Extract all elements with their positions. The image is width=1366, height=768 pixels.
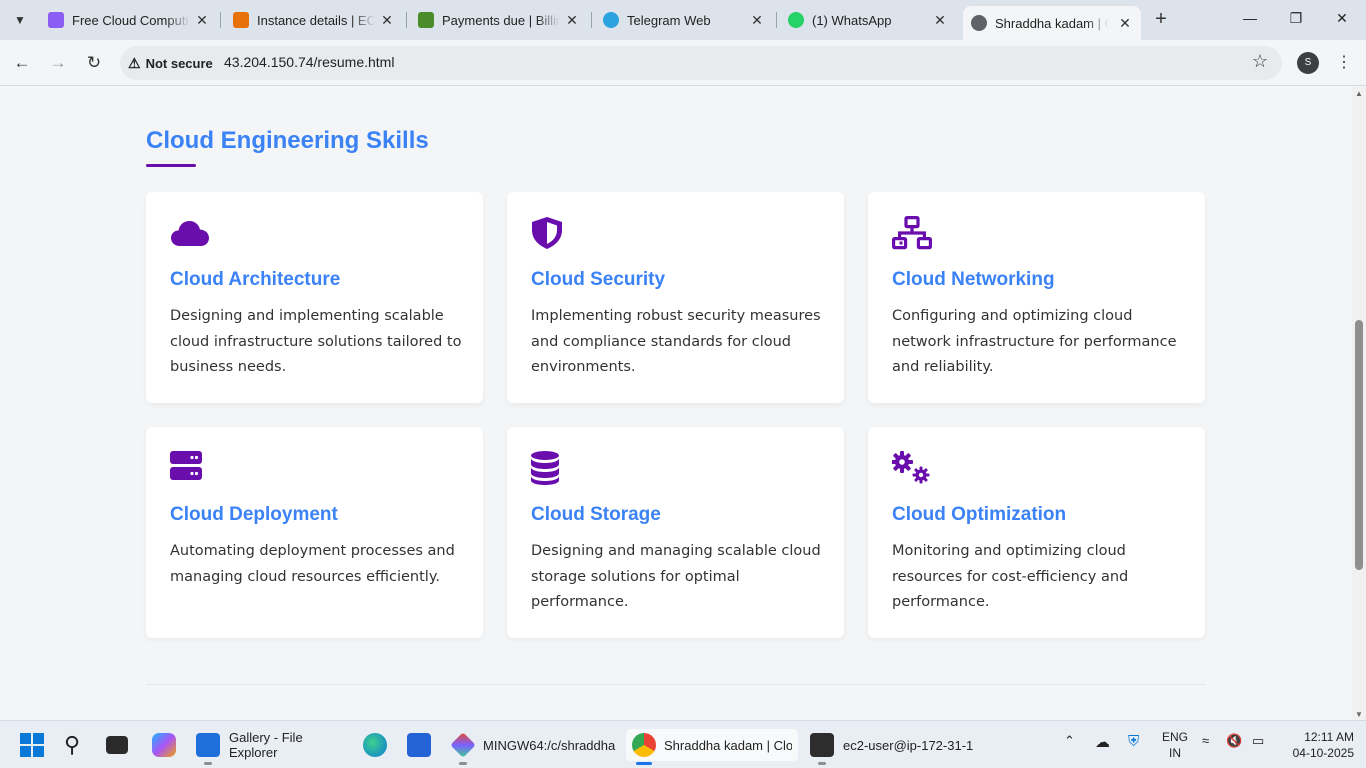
telegram-icon [603,12,619,28]
network-icon [892,216,932,250]
card-title: Cloud Architecture [170,269,341,290]
server-icon [170,451,202,480]
speaker-muted-icon[interactable]: 🔇 [1226,733,1242,749]
shield-icon [532,217,562,249]
close-icon[interactable]: ✕ [932,12,948,28]
chrome-icon [632,733,656,757]
skill-card-storage: Cloud Storage Designing and managing sca… [507,427,844,638]
edge-icon [363,733,387,757]
search-icon[interactable]: ⚲ [64,729,80,761]
card-title: Cloud Optimization [892,504,1067,525]
task-view-button[interactable] [106,729,128,761]
tab-payments-due[interactable]: Payments due | Billing ✕ [418,6,580,34]
cube-icon [48,12,64,28]
language-indicator[interactable]: ENG IN [1160,729,1190,761]
cloud-icon [171,221,209,246]
profile-avatar[interactable]: S [1297,52,1319,74]
copilot-icon [152,733,176,757]
tab-shraddha-kadam[interactable]: Shraddha kadam | Clo ✕ [963,6,1141,40]
close-icon[interactable]: ✕ [379,12,395,28]
tab-strip: ▼ Free Cloud Computin ✕ Instance details… [0,0,1366,40]
cogs-icon [892,451,930,484]
bookmark-star-icon[interactable]: ☆ [1252,51,1268,72]
globe-icon [971,15,987,31]
skill-card-security: Cloud Security Implementing robust secur… [507,192,844,403]
scrollbar-thumb[interactable] [1355,320,1363,570]
billing-icon [418,12,434,28]
edge-button[interactable] [363,729,387,761]
skill-card-deployment: Cloud Deployment Automating deployment p… [146,427,483,638]
taskbar-git-bash[interactable]: MINGW64:/c/shraddha [450,729,615,765]
scroll-up-arrow-icon[interactable]: ▲ [1354,89,1364,98]
windows-logo-icon [20,733,44,757]
close-icon[interactable]: ✕ [1117,15,1133,31]
url-text[interactable]: 43.204.150.74/resume.html [224,54,394,70]
store-button[interactable] [407,729,431,761]
address-bar[interactable]: ⚠ Not secure 43.204.150.74/resume.html ☆ [120,46,1282,80]
card-title: Cloud Networking [892,269,1055,290]
browser-toolbar: ← → ↻ ⚠ Not secure 43.204.150.74/resume.… [0,40,1366,86]
close-icon[interactable]: ✕ [194,12,210,28]
system-clock[interactable]: 12:11 AM 04-10-2025 [1282,729,1354,761]
page-viewport: Cloud Engineering Skills Cloud Architect… [0,87,1352,720]
card-title: Cloud Security [531,269,666,290]
forward-arrow-icon[interactable]: → [47,52,69,74]
skill-card-architecture: Cloud Architecture Designing and impleme… [146,192,483,403]
chevron-up-icon[interactable]: ⌃ [1064,733,1075,749]
windows-taskbar: ⚲ Gallery - File Explorer MINGW64:/c/shr… [0,720,1366,768]
start-button[interactable] [20,729,44,761]
window-close-icon[interactable]: ✕ [1332,10,1352,30]
page-scrollbar[interactable]: ▲ ▼ [1352,87,1366,720]
card-description: Designing and managing scalable cloud st… [531,543,821,610]
store-icon [407,733,431,757]
more-menu-icon[interactable]: ⋮ [1334,52,1354,72]
terminal-icon [810,733,834,757]
close-icon[interactable]: ✕ [749,12,765,28]
taskbar-chrome[interactable]: Shraddha kadam | Clou [626,729,798,765]
whatsapp-icon [788,12,804,28]
skill-card-optimization: Cloud Optimization Monitoring and optimi… [868,427,1205,638]
section-divider [146,684,1206,685]
card-description: Configuring and optimizing cloud network… [892,308,1177,375]
tab-search-chevron-icon[interactable]: ▼ [8,8,32,32]
aws-console-icon [233,12,249,28]
taskbar-file-explorer[interactable]: Gallery - File Explorer [196,729,354,765]
gallery-icon [196,733,220,757]
onedrive-cloud-icon[interactable]: ☁ [1095,733,1110,751]
card-title: Cloud Storage [531,504,661,525]
copilot-button[interactable] [152,729,176,761]
restore-icon[interactable]: ❐ [1286,10,1306,30]
taskbar-terminal[interactable]: ec2-user@ip-172-31-15- [810,729,974,765]
security-indicator[interactable]: ⚠ Not secure [128,52,213,74]
card-description: Implementing robust security measures an… [531,308,821,375]
section-underline [146,164,196,167]
tab-whatsapp[interactable]: (1) WhatsApp ✕ [788,6,948,34]
reload-icon[interactable]: ↻ [83,52,105,74]
scroll-down-arrow-icon[interactable]: ▼ [1354,710,1364,719]
card-description: Monitoring and optimizing cloud resource… [892,543,1129,610]
section-title: Cloud Engineering Skills [146,127,429,154]
skill-card-networking: Cloud Networking Configuring and optimiz… [868,192,1205,403]
card-description: Designing and implementing scalable clou… [170,308,462,375]
minimize-icon[interactable]: — [1240,10,1260,30]
warning-triangle-icon: ⚠ [128,54,141,71]
security-shield-icon[interactable]: ⛨ [1128,733,1139,750]
database-icon [531,451,559,485]
back-arrow-icon[interactable]: ← [11,52,33,74]
tab-telegram[interactable]: Telegram Web ✕ [603,6,765,34]
card-title: Cloud Deployment [170,504,338,525]
tab-instance-details[interactable]: Instance details | EC2 ✕ [233,6,395,34]
card-description: Automating deployment processes and mana… [170,543,455,585]
new-tab-button[interactable]: + [1150,9,1172,31]
git-bash-icon [450,732,476,758]
tab-free-cloud[interactable]: Free Cloud Computin ✕ [48,6,210,34]
battery-icon[interactable]: ▭ [1252,733,1264,749]
task-view-icon [106,736,128,754]
wifi-icon[interactable]: ≈ [1202,733,1209,748]
close-icon[interactable]: ✕ [564,12,580,28]
